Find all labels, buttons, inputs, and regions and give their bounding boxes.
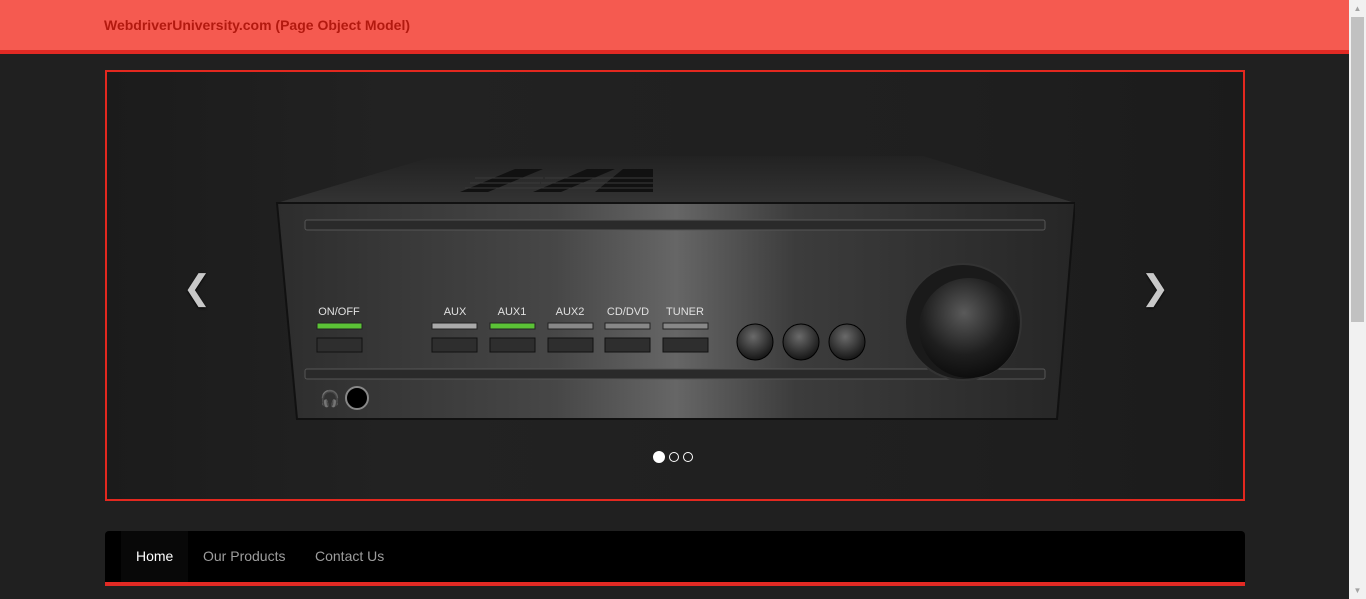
- scroll-up-arrow-icon[interactable]: ▲: [1349, 0, 1366, 17]
- amp-label-onoff: ON/OFF: [318, 306, 360, 318]
- brand-link[interactable]: WebdriverUniversity.com (Page Object Mod…: [104, 17, 410, 33]
- chevron-right-icon: ❯: [1140, 269, 1170, 307]
- amp-label-aux: AUX: [444, 306, 467, 318]
- svg-text:🎧: 🎧: [320, 389, 340, 408]
- carousel-prev-control[interactable]: ❮: [177, 268, 217, 308]
- chevron-left-icon: ❮: [182, 269, 212, 307]
- top-header: WebdriverUniversity.com (Page Object Mod…: [0, 0, 1349, 54]
- image-carousel: ON/OFF AUX AUX1 AUX2 CD/DVD TUNER 🎧 ❮ ❯: [105, 70, 1245, 501]
- amplifier-image: ON/OFF AUX AUX1 AUX2 CD/DVD TUNER 🎧: [275, 156, 1075, 420]
- carousel-indicator-3[interactable]: [683, 452, 693, 462]
- scroll-down-arrow-icon[interactable]: ▼: [1349, 582, 1366, 599]
- carousel-indicators: [653, 451, 693, 464]
- amp-label-tuner: TUNER: [666, 306, 704, 318]
- scrollbar-thumb[interactable]: [1351, 17, 1364, 322]
- carousel-indicator-2[interactable]: [669, 452, 679, 462]
- nav-contact-us[interactable]: Contact Us: [300, 531, 399, 582]
- nav-our-products[interactable]: Our Products: [188, 531, 300, 582]
- amp-label-cddvd: CD/DVD: [607, 306, 649, 318]
- carousel-indicator-1[interactable]: [653, 451, 665, 463]
- vertical-scrollbar[interactable]: ▲ ▼: [1349, 0, 1366, 599]
- main-navbar: Home Our Products Contact Us: [105, 531, 1245, 586]
- amp-label-aux2: AUX2: [556, 306, 585, 318]
- amp-label-aux1: AUX1: [498, 306, 527, 318]
- carousel-next-control[interactable]: ❯: [1135, 268, 1175, 308]
- nav-home[interactable]: Home: [121, 531, 189, 582]
